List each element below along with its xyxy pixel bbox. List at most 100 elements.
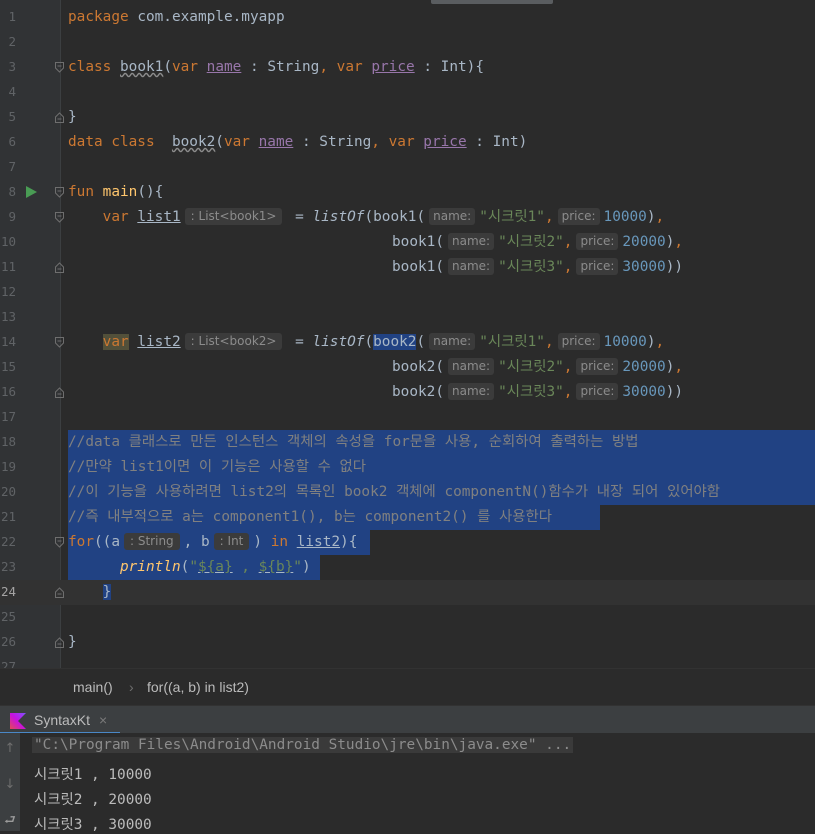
type-hint: : List<book2> — [184, 333, 283, 350]
fold-close-icon[interactable] — [55, 112, 64, 123]
fold-close-icon[interactable] — [55, 637, 64, 648]
code-text: fun main(){ — [68, 184, 164, 200]
soft-wrap-icon[interactable]: ⮐ — [0, 811, 20, 833]
line-number: 27 — [0, 659, 16, 668]
code-text: for((a: String, b: Int) in list2){ — [68, 533, 358, 550]
code-line[interactable]: 4 — [0, 80, 815, 105]
code-line[interactable]: 3 class book1(var name : String, var pri… — [0, 55, 815, 80]
run-icon[interactable] — [26, 186, 37, 198]
type-hint: : String — [124, 533, 180, 550]
param-hint: price: — [576, 383, 619, 400]
code-line[interactable]: 10 book1(name: "시크릿2", price: 20000), — [0, 230, 815, 255]
param-hint: price: — [557, 208, 600, 225]
close-icon[interactable]: × — [99, 712, 107, 728]
code-line[interactable]: 7 — [0, 155, 815, 180]
run-tab[interactable]: SyntaxKt × — [0, 706, 120, 734]
fold-close-icon[interactable] — [55, 262, 64, 273]
code-line[interactable]: 9 var list1: List<book1> = listOf(book1(… — [0, 205, 815, 230]
line-number: 2 — [8, 34, 16, 49]
fold-close-icon[interactable] — [55, 587, 64, 598]
line-number: 12 — [0, 284, 16, 299]
type-hint: : List<book1> — [184, 208, 283, 225]
fold-open-icon[interactable] — [55, 212, 64, 223]
console-output-line: 시크릿2 , 20000 — [34, 792, 152, 808]
code-line[interactable]: 14 var list2: List<book2> = listOf(book2… — [0, 330, 815, 355]
code-text: var list2: List<book2> = listOf(book2(na… — [102, 333, 665, 350]
line-number: 8 — [8, 184, 16, 199]
code-line[interactable]: 25 — [0, 605, 815, 630]
code-line[interactable]: 17 — [0, 405, 815, 430]
code-line[interactable]: 12 — [0, 280, 815, 305]
code-text: println("${a} , ${b}") — [119, 559, 311, 575]
code-line[interactable]: 23 println("${a} , ${b}") — [0, 555, 815, 580]
code-text: book2(name: "시크릿2", price: 20000), — [392, 358, 684, 375]
code-text: data class book2(var name : String, var … — [68, 134, 528, 150]
code-line[interactable]: 2 — [0, 30, 815, 55]
code-line[interactable]: 19 //만약 list1이면 이 기능은 사용할 수 없다 — [0, 455, 815, 480]
console-output-line: 시크릿1 , 10000 — [34, 767, 152, 783]
line-number: 14 — [0, 334, 16, 349]
param-hint: price: — [576, 258, 619, 275]
code-line[interactable]: 22 for((a: String, b: Int) in list2){ — [0, 530, 815, 555]
run-panel-header: SyntaxKt × — [0, 705, 815, 734]
line-number: 1 — [8, 9, 16, 24]
param-hint: name: — [448, 258, 495, 275]
type-hint: : Int — [213, 533, 250, 550]
param-hint: name: — [448, 383, 495, 400]
code-line[interactable]: 15 book2(name: "시크릿2", price: 20000), — [0, 355, 815, 380]
code-text: book1(name: "시크릿2", price: 20000), — [392, 233, 684, 250]
code-line[interactable]: 5 } — [0, 105, 815, 130]
param-hint: name: — [429, 208, 476, 225]
fold-open-icon[interactable] — [55, 187, 64, 198]
fold-open-icon[interactable] — [55, 62, 64, 73]
line-number: 4 — [8, 84, 16, 99]
line-number: 7 — [8, 159, 16, 174]
breadcrumb-item-for[interactable]: for((a, b) in list2) — [147, 679, 249, 695]
code-text: book1(name: "시크릿3", price: 30000)) — [392, 258, 684, 275]
param-hint: name: — [429, 333, 476, 350]
line-number: 5 — [8, 109, 16, 124]
code-line[interactable]: 13 — [0, 305, 815, 330]
code-line[interactable]: 27 — [0, 655, 815, 668]
breadcrumb-separator: › — [129, 679, 134, 695]
line-number: 19 — [0, 459, 16, 474]
comment-line: //즉 내부적으로 a는 component1(), b는 component2… — [68, 509, 553, 525]
code-line[interactable]: 8 fun main(){ — [0, 180, 815, 205]
line-number: 10 — [0, 234, 16, 249]
code-line-current[interactable]: 24 } — [0, 580, 815, 605]
code-editor[interactable]: 1 package com.example.myapp 2 3 class bo… — [0, 0, 815, 668]
breadcrumb: main() › for((a, b) in list2) — [0, 668, 815, 706]
param-hint: price: — [557, 333, 600, 350]
line-number: 26 — [0, 634, 16, 649]
arrow-down-icon[interactable]: ↓ — [0, 777, 20, 792]
console-toolbar: ↑ ↓ ⮐ — [0, 733, 20, 831]
code-line[interactable]: 26 } — [0, 630, 815, 655]
code-line[interactable]: 16 book2(name: "시크릿3", price: 30000)) — [0, 380, 815, 405]
line-number: 16 — [0, 384, 16, 399]
run-console[interactable]: ↑ ↓ ⮐ "C:\Program Files\Android\Android … — [0, 733, 815, 833]
code-line[interactable]: 6 data class book2(var name : String, va… — [0, 130, 815, 155]
line-number: 22 — [0, 534, 16, 549]
code-text: class book1(var name : String, var price… — [68, 59, 484, 75]
comment-line: //만약 list1이면 이 기능은 사용할 수 없다 — [68, 459, 366, 475]
code-text: var list1: List<book1> = listOf(book1(na… — [102, 208, 665, 225]
param-hint: price: — [576, 233, 619, 250]
breadcrumb-item-main[interactable]: main() — [73, 679, 113, 695]
code-line[interactable]: 21 //즉 내부적으로 a는 component1(), b는 compone… — [0, 505, 815, 530]
code-line[interactable]: 18 //data 클래스로 만든 인스턴스 객체의 속성을 for문을 사용,… — [0, 430, 815, 455]
code-text: package com.example.myapp — [68, 9, 285, 25]
line-number: 20 — [0, 484, 16, 499]
fold-open-icon[interactable] — [55, 337, 64, 348]
code-line[interactable]: 20 //이 기능을 사용하려면 list2의 목록인 book2 객체에 co… — [0, 480, 815, 505]
fold-open-icon[interactable] — [55, 537, 64, 548]
fold-close-icon[interactable] — [55, 387, 64, 398]
line-number: 3 — [8, 59, 16, 74]
line-number: 9 — [8, 209, 16, 224]
code-text: } — [102, 584, 112, 600]
param-hint: name: — [448, 358, 495, 375]
editor-scrollbar[interactable] — [431, 0, 553, 4]
line-number: 17 — [0, 409, 16, 424]
arrow-up-icon[interactable]: ↑ — [0, 741, 20, 756]
code-line[interactable]: 11 book1(name: "시크릿3", price: 30000)) — [0, 255, 815, 280]
code-line[interactable]: 1 package com.example.myapp — [0, 5, 815, 30]
